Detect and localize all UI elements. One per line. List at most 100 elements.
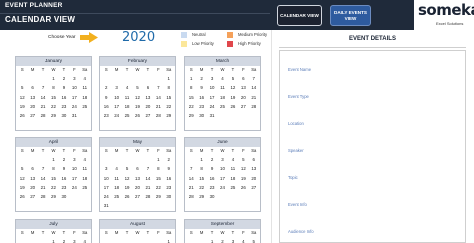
day-cell[interactable]: 12: [17, 93, 27, 102]
day-cell[interactable]: 22: [196, 183, 206, 192]
day-cell[interactable]: 4: [228, 155, 238, 164]
day-cell[interactable]: 2: [196, 74, 206, 83]
day-cell[interactable]: 9: [196, 83, 206, 92]
day-cell[interactable]: 15: [48, 93, 58, 102]
day-cell[interactable]: 6: [132, 164, 142, 173]
day-cell[interactable]: 14: [38, 93, 48, 102]
day-cell[interactable]: 29: [196, 192, 206, 201]
year-value[interactable]: 2020: [122, 30, 155, 45]
day-cell[interactable]: 1: [207, 237, 217, 243]
day-cell[interactable]: 21: [249, 93, 259, 102]
day-cell[interactable]: 28: [38, 111, 48, 120]
day-cell[interactable]: 14: [186, 174, 196, 183]
day-cell[interactable]: 27: [249, 183, 259, 192]
day-cell[interactable]: 17: [69, 174, 79, 183]
day-cell[interactable]: 31: [101, 201, 111, 210]
day-cell[interactable]: 9: [164, 164, 174, 173]
day-cell[interactable]: 1: [164, 74, 174, 83]
day-cell[interactable]: 22: [186, 102, 196, 111]
day-cell[interactable]: 19: [17, 102, 27, 111]
day-cell[interactable]: 6: [27, 164, 37, 173]
day-cell[interactable]: 19: [228, 93, 238, 102]
day-cell[interactable]: 14: [143, 174, 153, 183]
day-cell[interactable]: 4: [80, 74, 90, 83]
calendar-view-button[interactable]: CALENDAR VIEW: [277, 5, 322, 26]
day-cell[interactable]: 15: [186, 93, 196, 102]
day-cell[interactable]: 9: [59, 164, 69, 173]
day-cell[interactable]: 30: [164, 192, 174, 201]
daily-events-view-button[interactable]: DAILY EVENTS VIEW: [330, 5, 371, 26]
day-cell[interactable]: 5: [249, 237, 259, 243]
day-cell[interactable]: 21: [38, 183, 48, 192]
day-cell[interactable]: 3: [69, 237, 79, 243]
day-cell[interactable]: 8: [164, 83, 174, 92]
day-cell[interactable]: 5: [17, 164, 27, 173]
day-cell[interactable]: 18: [122, 102, 132, 111]
day-cell[interactable]: 11: [122, 93, 132, 102]
day-cell[interactable]: 21: [143, 183, 153, 192]
day-cell[interactable]: 22: [48, 183, 58, 192]
day-cell[interactable]: 11: [80, 164, 90, 173]
day-cell[interactable]: 20: [249, 174, 259, 183]
day-cell[interactable]: 24: [69, 102, 79, 111]
day-cell[interactable]: 7: [38, 164, 48, 173]
day-cell[interactable]: 7: [249, 74, 259, 83]
day-cell[interactable]: 1: [48, 74, 58, 83]
day-cell[interactable]: 18: [111, 183, 121, 192]
day-cell[interactable]: 23: [164, 183, 174, 192]
day-cell[interactable]: 26: [228, 102, 238, 111]
day-cell[interactable]: 16: [59, 93, 69, 102]
day-cell[interactable]: 3: [228, 237, 238, 243]
day-cell[interactable]: 8: [48, 164, 58, 173]
day-cell[interactable]: 29: [186, 111, 196, 120]
day-cell[interactable]: 18: [80, 174, 90, 183]
day-cell[interactable]: 19: [238, 174, 248, 183]
day-cell[interactable]: 21: [153, 102, 163, 111]
day-cell[interactable]: 22: [153, 183, 163, 192]
day-cell[interactable]: 3: [207, 74, 217, 83]
day-cell[interactable]: 6: [238, 74, 248, 83]
day-cell[interactable]: 2: [59, 74, 69, 83]
day-cell[interactable]: 17: [217, 174, 227, 183]
day-cell[interactable]: 4: [80, 155, 90, 164]
day-cell[interactable]: 18: [217, 93, 227, 102]
day-cell[interactable]: 6: [249, 155, 259, 164]
day-cell[interactable]: 1: [153, 155, 163, 164]
day-cell[interactable]: 30: [59, 192, 69, 201]
day-cell[interactable]: 4: [122, 83, 132, 92]
day-cell[interactable]: 27: [143, 111, 153, 120]
day-cell[interactable]: 16: [196, 93, 206, 102]
day-cell[interactable]: 20: [27, 102, 37, 111]
day-cell[interactable]: 5: [228, 74, 238, 83]
day-cell[interactable]: 1: [48, 237, 58, 243]
day-cell[interactable]: 27: [132, 192, 142, 201]
day-cell[interactable]: 1: [48, 155, 58, 164]
day-cell[interactable]: 10: [69, 164, 79, 173]
day-cell[interactable]: 10: [207, 83, 217, 92]
day-cell[interactable]: 31: [69, 111, 79, 120]
day-cell[interactable]: 22: [48, 102, 58, 111]
day-cell[interactable]: 12: [17, 174, 27, 183]
day-cell[interactable]: 27: [27, 192, 37, 201]
day-cell[interactable]: 13: [143, 93, 153, 102]
day-cell[interactable]: 11: [111, 174, 121, 183]
day-cell[interactable]: 1: [196, 155, 206, 164]
day-cell[interactable]: 20: [143, 102, 153, 111]
day-cell[interactable]: 8: [153, 164, 163, 173]
day-cell[interactable]: 16: [164, 174, 174, 183]
day-cell[interactable]: 24: [69, 183, 79, 192]
day-cell[interactable]: 10: [111, 93, 121, 102]
day-cell[interactable]: 2: [217, 237, 227, 243]
day-cell[interactable]: 27: [27, 111, 37, 120]
day-cell[interactable]: 8: [48, 83, 58, 92]
day-cell[interactable]: 18: [228, 174, 238, 183]
day-cell[interactable]: 28: [38, 192, 48, 201]
day-cell[interactable]: 3: [69, 74, 79, 83]
day-cell[interactable]: 23: [101, 111, 111, 120]
day-cell[interactable]: 14: [38, 174, 48, 183]
day-cell[interactable]: 30: [196, 111, 206, 120]
day-cell[interactable]: 20: [132, 183, 142, 192]
day-cell[interactable]: 27: [238, 102, 248, 111]
day-cell[interactable]: 30: [207, 192, 217, 201]
day-cell[interactable]: 2: [164, 155, 174, 164]
